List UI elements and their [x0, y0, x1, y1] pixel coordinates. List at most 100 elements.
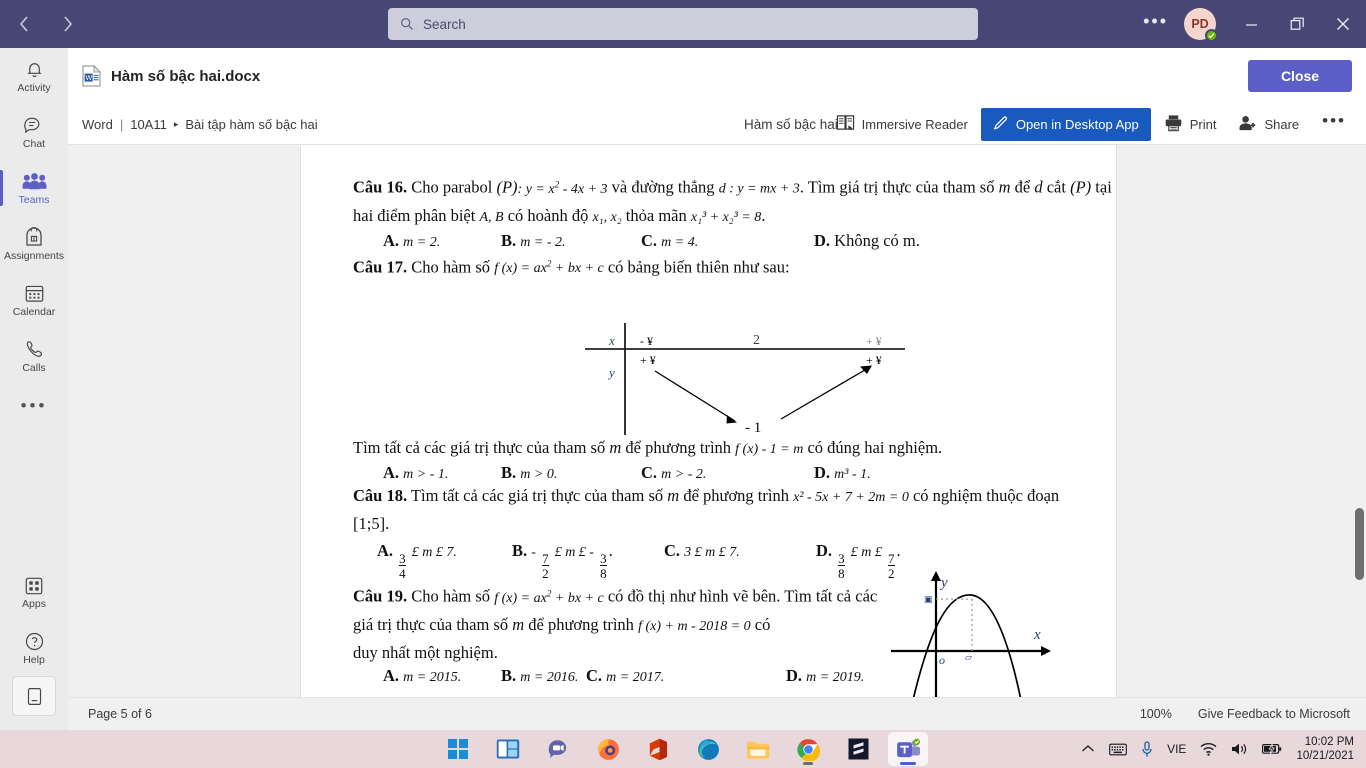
scrollbar-thumb[interactable] [1355, 508, 1364, 580]
answer-option-a[interactable]: A. 34 £ m £ 7. [377, 541, 512, 580]
sidebar-item-label: Apps [22, 598, 46, 610]
answer-option-b[interactable]: B. - 72 £ m £ - 38. [512, 541, 664, 580]
chrome-icon[interactable] [788, 732, 828, 766]
q16-line1-e: cắt [1046, 177, 1066, 197]
answer-option-c[interactable]: C. m > - 2. [641, 463, 814, 483]
document-page[interactable]: Câu 16. Cho parabol (P): y = x2 - 4x + 3… [301, 145, 1116, 697]
print-button[interactable]: Print [1155, 109, 1226, 140]
clock-date: 10/21/2021 [1296, 750, 1354, 762]
battery-charging-icon[interactable] [1262, 743, 1282, 755]
q17-function: f (x) = ax2 + bx + c [494, 259, 604, 277]
language-indicator[interactable]: VIE [1167, 742, 1186, 756]
answer-option-a[interactable]: A. m > - 1. [383, 463, 501, 483]
numerator: 7 [542, 551, 549, 567]
maximize-restore-button[interactable] [1274, 0, 1320, 48]
chat-video-icon[interactable] [538, 732, 578, 766]
numerator: 3 [399, 551, 406, 567]
teams-icon[interactable] [888, 732, 928, 766]
document-canvas: Câu 16. Cho parabol (P): y = x2 - 4x + 3… [68, 145, 1366, 697]
sidebar-item-teams[interactable]: Teams [0, 160, 68, 216]
download-store-icon[interactable] [12, 676, 56, 716]
q16-eq1-rest: - 4x + 3 [559, 181, 608, 197]
answer-option-c[interactable]: C. 3 £ m £ 7. [664, 541, 816, 561]
numerator: 3 [838, 551, 845, 567]
avatar[interactable]: PD [1184, 8, 1218, 42]
minimize-button[interactable] [1228, 0, 1274, 48]
show-hidden-icons-button[interactable] [1081, 744, 1095, 754]
breadcrumb-channel[interactable]: Bài tập hàm số bậc hai [185, 117, 317, 132]
answer-option-a[interactable]: A. m = 2. [383, 231, 501, 251]
sublime-icon[interactable] [838, 732, 878, 766]
task-view-icon[interactable] [488, 732, 528, 766]
q16-roots: x₁, x₂ [592, 209, 622, 225]
answer-option-c[interactable]: C. m = 2017. [586, 666, 786, 686]
fraction-tail: 38 [600, 552, 607, 580]
sidebar-item-calendar[interactable]: Calendar [0, 272, 68, 328]
chevron-left-icon[interactable] [10, 10, 38, 38]
microphone-icon[interactable] [1141, 740, 1153, 758]
open-in-desktop-app-button[interactable]: Open in Desktop App [980, 107, 1151, 141]
titlebar-more-button[interactable]: ••• [1133, 11, 1178, 32]
q16-line1-c: . Tìm giá trị thực của tham số [799, 177, 995, 197]
q18-line1-c: có nghiệm thuộc đoạn [912, 486, 1060, 506]
search-input[interactable]: Search [388, 8, 978, 40]
answer-option-b[interactable]: B. m > 0. [501, 463, 641, 483]
answer-option-b[interactable]: B. m = 2016. [501, 666, 586, 686]
sidebar-item-activity[interactable]: Activity [0, 48, 68, 104]
immersive-reader-button[interactable]: Immersive Reader [827, 109, 977, 140]
answer-option-d[interactable]: D. Không có m. [814, 231, 920, 251]
chevron-right-icon[interactable] [54, 10, 82, 38]
command-bar-actions: Immersive Reader Open in Desktop App Pri… [827, 107, 1356, 141]
running-indicator [900, 762, 916, 765]
sidebar-item-assignments[interactable]: Assignments [0, 216, 68, 272]
zoom-level[interactable]: 100% [1140, 707, 1172, 721]
breadcrumb-app[interactable]: Word [82, 117, 113, 132]
system-tray: VIE 10:02 PM 10/21/2021 [1081, 730, 1360, 768]
rail-more-apps-button[interactable]: ••• [0, 384, 68, 428]
file-explorer-icon[interactable] [738, 732, 778, 766]
give-feedback-link[interactable]: Give Feedback to Microsoft [1198, 707, 1350, 721]
command-bar-more-button[interactable]: ••• [1312, 111, 1356, 131]
sidebar-item-apps[interactable]: Apps [0, 564, 68, 620]
answer-option-a[interactable]: A. m = 2015. [383, 666, 501, 686]
firefox-icon[interactable] [588, 732, 628, 766]
sidebar-item-calls[interactable]: Calls [0, 328, 68, 384]
answer-key: A. [383, 666, 400, 686]
answer-option-d[interactable]: D. m = 2019. [786, 666, 864, 686]
answer-option-d[interactable]: D. 38 £ m £ 72. [816, 541, 901, 580]
speaker-icon[interactable] [1231, 742, 1248, 756]
answer-option-c[interactable]: C. m = 4. [641, 231, 814, 251]
page-indicator[interactable]: Page 5 of 6 [88, 707, 152, 721]
answer-key: C. [641, 230, 658, 250]
edge-icon[interactable] [688, 732, 728, 766]
question-16-answers: A. m = 2. B. m = - 2. C. m = 4. D. Không… [353, 231, 1116, 251]
close-document-button[interactable]: Close [1248, 60, 1352, 92]
svg-text:W: W [86, 75, 93, 82]
q19-m: m [512, 615, 525, 635]
answer-text: m = 2016. [520, 670, 579, 686]
sidebar-item-help[interactable]: Help [0, 620, 68, 676]
denominator: 8 [600, 565, 607, 582]
touch-keyboard-icon[interactable] [1109, 743, 1127, 756]
question-18: Câu 18. Tìm tất cả các giá trị thực của … [353, 483, 1116, 537]
answer-key: B. [501, 666, 517, 686]
vertical-scrollbar[interactable] [1352, 145, 1366, 697]
svg-text:- ¥: - ¥ [640, 334, 653, 348]
q18-line2: [1;5]. [353, 514, 390, 534]
start-windows-icon[interactable] [438, 732, 478, 766]
immersive-reader-label: Immersive Reader [861, 116, 968, 132]
office-icon[interactable] [638, 732, 678, 766]
answer-option-b[interactable]: B. m = - 2. [501, 231, 641, 251]
backpack-icon [24, 226, 44, 248]
breadcrumb-team[interactable]: 10A11 [130, 117, 167, 132]
close-window-button[interactable] [1320, 0, 1366, 48]
answer-option-d[interactable]: D. m³ - 1. [814, 463, 871, 483]
wifi-icon[interactable] [1200, 742, 1217, 756]
svg-text:+ ¥: + ¥ [640, 353, 656, 367]
sidebar-item-chat[interactable]: Chat [0, 104, 68, 160]
clock[interactable]: 10:02 PM 10/21/2021 [1296, 735, 1360, 763]
share-button[interactable]: Share [1229, 109, 1308, 140]
apps-grid-icon [24, 574, 44, 596]
chevron-right-icon: ▸ [173, 118, 179, 129]
q17-f-a: f (x) = ax [494, 261, 547, 277]
